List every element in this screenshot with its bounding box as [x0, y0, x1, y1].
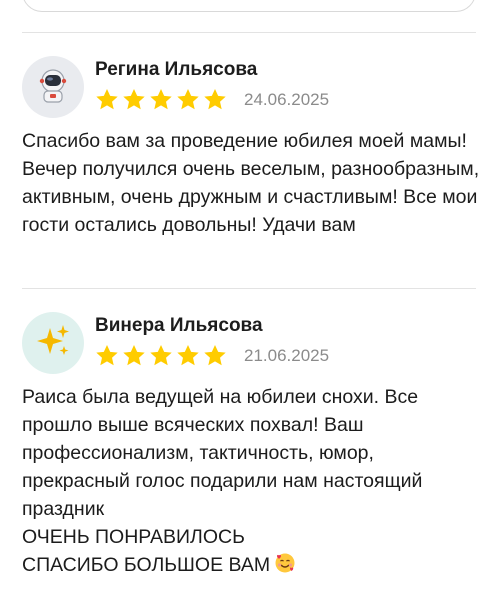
- star-icon: [121, 343, 147, 369]
- avatar[interactable]: [22, 312, 84, 374]
- divider: [22, 288, 476, 289]
- astronaut-icon: [33, 65, 73, 110]
- star-icon: [175, 343, 201, 369]
- avatar[interactable]: [22, 56, 84, 118]
- star-icon: [94, 87, 120, 113]
- divider: [22, 32, 476, 33]
- review-text: Раиса была ведущей на юбилеи снохи. Все …: [22, 383, 480, 582]
- review-text-body: Раиса была ведущей на юбилеи снохи. Все …: [22, 386, 423, 576]
- star-icon: [148, 343, 174, 369]
- review-text: Спасибо вам за проведение юбилея моей ма…: [22, 130, 480, 236]
- review-author[interactable]: Регина Ильясова: [95, 59, 257, 81]
- search-field-card[interactable]: [22, 0, 476, 12]
- review-date: 24.06.2025: [244, 90, 330, 109]
- star-icon: [121, 87, 147, 113]
- sparkles-icon: [33, 321, 73, 366]
- rating-stars: [94, 343, 228, 369]
- star-icon: [148, 87, 174, 113]
- star-icon: [202, 87, 228, 113]
- star-icon: [175, 87, 201, 113]
- smiling-face-with-hearts-icon: [274, 552, 296, 582]
- rating-stars: [94, 87, 228, 113]
- star-icon: [94, 343, 120, 369]
- review-date: 21.06.2025: [244, 346, 330, 365]
- star-icon: [202, 343, 228, 369]
- review-author[interactable]: Винера Ильясова: [95, 315, 263, 337]
